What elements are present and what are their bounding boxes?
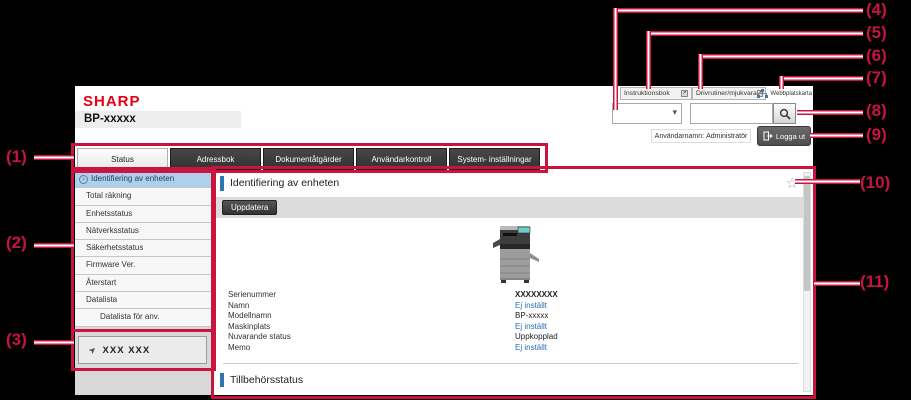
field-row: Serienummer XXXXXXXX [215,290,813,301]
arrow-icon: ➤ [86,343,99,356]
callout-label-11: (11) [860,272,889,292]
sidebar-item-datalista[interactable]: Datalista [75,292,212,309]
username-display: Användarnamn: Administratör [651,129,751,143]
drivers-software-link[interactable]: Drivrutiner/mjukvara ↗ [692,87,766,100]
callout-label-10: (10) [860,173,890,193]
field-label-namn: Namn [228,301,249,310]
callout-label-2: (2) [6,233,27,253]
custom-link-button[interactable]: ➤ XXX XXX [78,336,207,364]
sidebar-item-enhetsstatus[interactable]: Enhetsstatus [75,206,212,223]
callout-line-1 [34,155,74,160]
field-value-nuvarande-status: Uppkopplad [515,332,558,341]
section-accent-bar [220,373,224,387]
logout-icon [763,131,773,141]
search-icon [779,108,791,120]
callout-line-5 [646,31,863,36]
logout-button[interactable]: Logga ut [757,126,811,146]
tab-status[interactable]: Status [77,148,168,170]
callout-label-5: (5) [866,23,887,43]
field-row: Namn Ej inställt [215,301,813,312]
field-label-serienummer: Serienummer [228,290,276,299]
callout-line-9 [810,133,863,138]
scrollbar-thumb[interactable] [804,176,810,291]
section-title-tillbehorsstatus: Tillbehörsstatus [230,374,303,386]
callout-line-11 [814,281,860,286]
logout-label: Logga ut [776,132,805,141]
field-row: Nuvarande status Uppkopplad [215,332,813,343]
field-row: Memo Ej inställt [215,343,813,354]
tab-bar: Status Adressbok Dokumentåtgärder Använd… [77,148,540,170]
content-area: Identifiering av enheten ☆ Uppdatera [215,170,813,395]
field-label-memo: Memo [228,343,250,352]
sidebar-item-label: Identifiering av enheten [91,171,174,187]
tab-anvandarkontroll[interactable]: Användarkontroll [356,148,447,170]
sidebar-item-total-rakning[interactable]: Total räkning [75,188,212,205]
sidebar-item-sakerhetsstatus[interactable]: Säkerhetsstatus [75,240,212,257]
sidebar: › Identifiering av enheten Total räkning… [75,171,212,395]
callout-label-8: (8) [866,101,887,121]
sidebar-item-natverksstatus[interactable]: Nätverksstatus [75,223,212,240]
manual-link[interactable]: Instruktionsbok ↗ [620,87,692,100]
dropdown-select[interactable]: ▾ [612,103,682,124]
callout-line-2 [34,243,74,248]
sidebar-item-datalista-for-anv[interactable]: Datalista för anv. [75,309,212,326]
chevron-down-icon: ▾ [672,107,677,118]
sidebar-item-aterstart[interactable]: Återstart [75,275,212,292]
field-label-maskinplats: Maskinplats [228,322,270,331]
callout-label-1: (1) [6,147,27,167]
username-value: Administratör [706,133,747,140]
drivers-software-label: Drivrutiner/mjukvara [696,90,757,97]
callout-label-7: (7) [866,68,887,88]
selected-bullet-icon: › [79,175,88,184]
content-toolbar: Uppdatera [215,197,805,218]
model-name: BP-xxxxx [75,111,241,128]
external-link-icon: ↗ [681,90,688,97]
field-value-maskinplats[interactable]: Ej inställt [515,322,547,331]
manual-link-label: Instruktionsbok [624,90,670,97]
custom-link-label: XXX XXX [103,345,151,356]
field-value-namn[interactable]: Ej inställt [515,301,547,310]
field-value-serienummer: XXXXXXXX [515,290,558,299]
callout-line-6 [698,54,863,59]
tab-adressbok[interactable]: Adressbok [170,148,261,170]
sidebar-item-identifiering-av-enheten[interactable]: › Identifiering av enheten [75,171,212,188]
tab-systeminstallningar[interactable]: System- inställningar [449,148,540,170]
web-admin-page: SHARP BP-xxxxx Instruktionsbok ↗ Drivrut… [75,86,813,395]
callout-line-7 [779,76,863,81]
field-value-modellnamn: BP-xxxxx [515,311,548,320]
favorite-star-icon[interactable]: ☆ [786,174,799,192]
username-label: Användarnamn: [655,133,704,140]
documentation-figure: SHARP BP-xxxxx Instruktionsbok ↗ Drivrut… [0,0,911,400]
scrollbar[interactable] [803,172,811,392]
callout-line-5-drop [646,31,651,89]
title-accent-bar [220,176,224,191]
page-title: Identifiering av enheten [230,177,339,189]
sitemap-icon [757,89,768,99]
field-value-memo[interactable]: Ej inställt [515,343,547,352]
section-divider [223,363,798,364]
callout-label-3: (3) [6,330,27,350]
callout-label-9: (9) [866,125,887,145]
callout-line-4 [613,8,863,13]
field-row: Modellnamn BP-xxxxx [215,311,813,322]
sitemap-link[interactable]: Webbplatskarta [757,87,812,100]
device-info-list: Serienummer XXXXXXXX Namn Ej inställt Mo… [215,290,813,353]
callout-label-4: (4) [866,0,887,20]
search-button[interactable] [773,103,796,124]
tab-dokumentatgarder[interactable]: Dokumentåtgärder [263,148,354,170]
printer-image [491,221,541,287]
sidebar-item-firmware-ver[interactable]: Firmware Ver. [75,257,212,274]
field-row: Maskinplats Ej inställt [215,322,813,333]
sitemap-label: Webbplatskarta [770,91,812,97]
search-input[interactable] [690,103,773,124]
update-button[interactable]: Uppdatera [222,200,277,215]
callout-label-6: (6) [866,46,887,66]
callout-line-6-drop [698,54,703,89]
field-label-nuvarande-status: Nuvarande status [228,332,291,341]
sharp-logo: SHARP [83,93,141,110]
callout-line-3 [34,340,74,345]
field-label-modellnamn: Modellnamn [228,311,272,320]
